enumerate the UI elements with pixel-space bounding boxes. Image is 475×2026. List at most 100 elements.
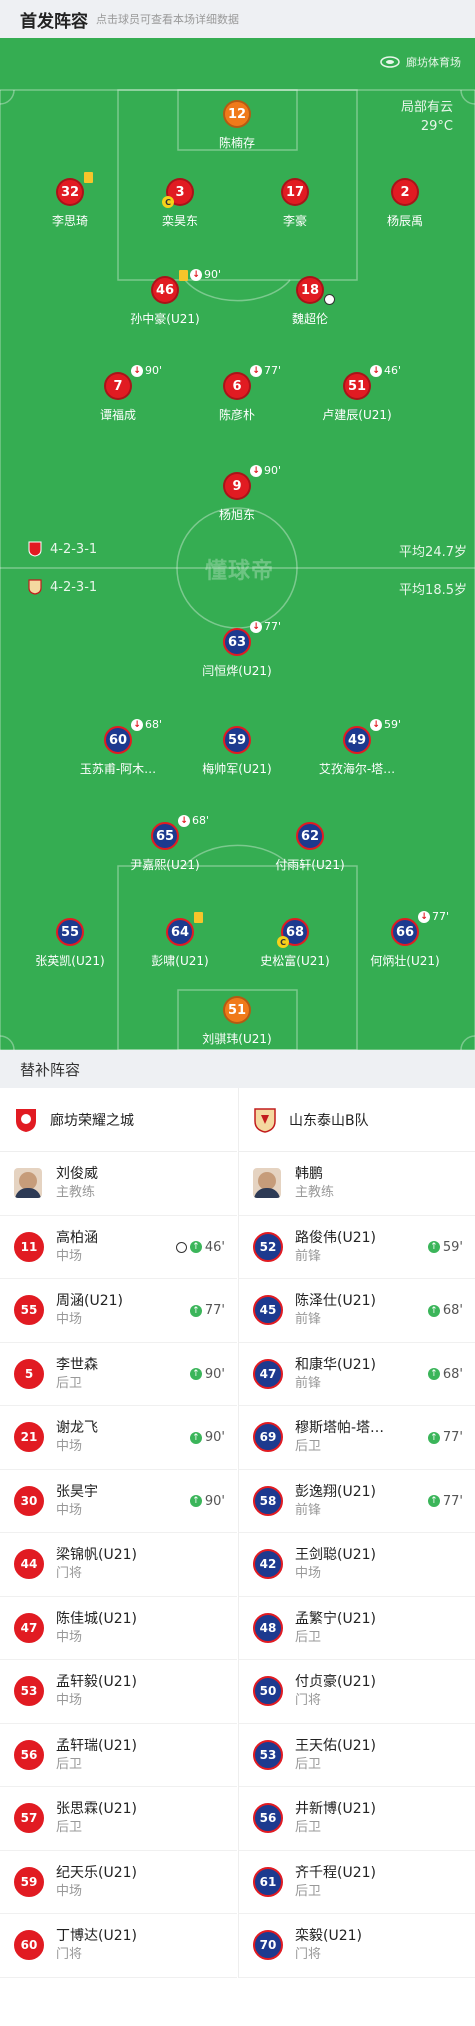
- away-coach-row[interactable]: 韩鹏 主教练: [239, 1152, 475, 1216]
- sub-out-time: 90': [204, 268, 222, 281]
- sub-out-badge: ↓ 90': [190, 268, 221, 281]
- sub-player-row[interactable]: 11 高柏涵 中场 ↑ 46': [0, 1216, 237, 1279]
- sub-player-row[interactable]: 50 付贞豪(U21) 门将: [239, 1660, 475, 1724]
- sub-player-row[interactable]: 30 张昊宇 中场 ↑ 90': [0, 1470, 237, 1533]
- away-player[interactable]: 65 尹嘉熙(U21) ↓ 68': [105, 814, 225, 876]
- away-subs-column: 山东泰山B队 韩鹏 主教练 52 路俊伟(U21) 前锋 ↑ 59' 45 陈泽仕(U21)…: [238, 1088, 475, 1978]
- away-team-row[interactable]: 山东泰山B队: [239, 1088, 475, 1152]
- sub-player-row[interactable]: 53 王天佑(U21) 后卫: [239, 1724, 475, 1787]
- sub-player-row[interactable]: 58 彭逸翔(U21) 前锋 ↑ 77': [239, 1470, 475, 1533]
- home-player[interactable]: 46 孙中豪(U21) ↓ 90': [105, 268, 225, 330]
- sub-player-row[interactable]: 45 陈泽仕(U21) 前锋 ↑ 68': [239, 1279, 475, 1343]
- home-player[interactable]: 51 卢建辰(U21) ↓ 46': [297, 364, 417, 426]
- sub-out-time: 59': [384, 718, 402, 731]
- away-player[interactable]: 51 刘骐玮(U21): [177, 996, 297, 1050]
- home-player[interactable]: 7 谭福成 ↓ 90': [58, 364, 178, 426]
- jersey-number: 51: [223, 996, 251, 1024]
- sub-out-badge: ↓ 59': [370, 718, 401, 731]
- subs-list: 廊坊荣耀之城 刘俊威 主教练 11 高柏涵 中场 ↑ 46' 55 周涵(U21) 中场 ↑ 77…: [0, 1088, 475, 2026]
- sub-player-row[interactable]: 60 丁博达(U21) 门将: [0, 1914, 237, 1978]
- away-player[interactable]: 55 张英凯(U21): [10, 918, 130, 972]
- sub-out-time: 77': [432, 910, 450, 923]
- sub-player-row[interactable]: 42 王剑聪(U21) 中场: [239, 1533, 475, 1597]
- coach-avatar: [253, 1168, 281, 1199]
- sub-player-row[interactable]: 69 穆斯塔帕-塔… 后卫 ↑ 77': [239, 1406, 475, 1470]
- sub-out-arrow-icon: ↓: [131, 364, 143, 377]
- jersey-number: 63: [223, 628, 251, 656]
- away-player[interactable]: 49 艾孜海尔-塔… ↓ 59': [297, 718, 417, 780]
- player-name: 穆斯塔帕-塔…: [295, 1420, 385, 1437]
- sub-out-time: 77': [264, 364, 282, 377]
- sub-player-row[interactable]: 48 孟繁宁(U21) 后卫: [239, 1597, 475, 1660]
- captain-icon: C: [277, 936, 289, 948]
- home-player[interactable]: 3 栾昊东 C: [120, 178, 240, 232]
- sub-player-row[interactable]: 57 张思霖(U21) 后卫: [0, 1787, 237, 1851]
- home-player[interactable]: 32 李思琦: [10, 172, 130, 232]
- away-player[interactable]: 59 梅帅军(U21): [177, 726, 297, 780]
- jersey-number: 59: [14, 1866, 44, 1897]
- home-coach-role: 主教练: [56, 1185, 96, 1201]
- sub-player-row[interactable]: 47 陈佳城(U21) 中场: [0, 1597, 237, 1660]
- sub-player-row[interactable]: 52 路俊伟(U21) 前锋 ↑ 59': [239, 1216, 475, 1279]
- yellow-card-icon: [179, 270, 188, 281]
- sub-player-row[interactable]: 61 齐千程(U21) 后卫: [239, 1851, 475, 1914]
- player-name: 孙中豪(U21): [130, 312, 200, 326]
- home-player[interactable]: 17 李豪: [235, 178, 355, 232]
- jersey-number: 50: [253, 1676, 283, 1707]
- coach-avatar: [14, 1168, 42, 1199]
- sub-player-row[interactable]: 59 纪天乐(U21) 中场: [0, 1851, 237, 1914]
- sub-player-row[interactable]: 56 孟轩瑞(U21) 后卫: [0, 1724, 237, 1787]
- jersey-number: 12: [223, 100, 251, 128]
- home-player[interactable]: 12 陈楠存: [177, 100, 297, 154]
- jersey-number: 46: [151, 276, 179, 304]
- sub-in-arrow-icon: ↑: [427, 1431, 440, 1444]
- sub-in-time-value: 59': [442, 1239, 463, 1255]
- home-team-row[interactable]: 廊坊荣耀之城: [0, 1088, 237, 1152]
- away-player[interactable]: 64 彭啸(U21): [120, 912, 240, 972]
- sub-in-time: ↑ 90': [189, 1430, 225, 1445]
- sub-player-row[interactable]: 44 梁锦帆(U21) 门将: [0, 1533, 237, 1597]
- sub-player-row[interactable]: 21 谢龙飞 中场 ↑ 90': [0, 1406, 237, 1470]
- jersey-number: 11: [14, 1231, 44, 1262]
- goal-ball-icon: [175, 1241, 187, 1253]
- sub-in-arrow-icon: ↑: [427, 1241, 440, 1253]
- home-player[interactable]: 9 杨旭东 ↓ 90': [177, 464, 297, 526]
- player-name: 陈楠存: [218, 136, 255, 150]
- sub-player-row[interactable]: 70 栾毅(U21) 门将: [239, 1914, 475, 1978]
- away-player[interactable]: 60 玉苏甫-阿木… ↓ 68': [58, 718, 178, 780]
- player-name: 谭福成: [99, 408, 136, 422]
- sub-in-time-value: 90': [204, 1366, 225, 1382]
- player-position: 门将: [295, 1693, 322, 1709]
- jersey-number: 56: [253, 1803, 283, 1834]
- sub-player-row[interactable]: 47 和康华(U21) 前锋 ↑ 68': [239, 1343, 475, 1406]
- away-player[interactable]: 66 何炳壮(U21) ↓ 77': [345, 910, 465, 972]
- player-name: 周涵(U21): [56, 1293, 123, 1310]
- home-player[interactable]: 6 陈彦朴 ↓ 77': [177, 364, 297, 426]
- player-position: 前锋: [295, 1312, 322, 1328]
- jersey-number: 64: [166, 918, 194, 946]
- home-player[interactable]: 2 杨辰禹: [345, 178, 465, 232]
- player-name: 栾毅(U21): [295, 1928, 362, 1945]
- home-coach-row[interactable]: 刘俊威 主教练: [0, 1152, 237, 1216]
- away-player[interactable]: 63 闫恒烨(U21) ↓ 77': [177, 620, 297, 682]
- player-name: 张英凯(U21): [35, 954, 105, 968]
- player-name: 彭逸翔(U21): [295, 1483, 376, 1500]
- venue-name: 廊坊体育场: [406, 56, 461, 69]
- player-name: 高柏涵: [56, 1229, 98, 1246]
- away-player[interactable]: 62 付雨轩(U21): [250, 822, 370, 876]
- player-name: 孟轩毅(U21): [56, 1674, 137, 1691]
- away-coach-role: 主教练: [295, 1185, 335, 1201]
- home-player[interactable]: 18 魏超伦: [250, 276, 370, 330]
- sub-out-arrow-icon: ↓: [131, 718, 143, 731]
- player-name: 路俊伟(U21): [295, 1229, 376, 1246]
- watermark: 懂球帝: [205, 559, 275, 584]
- sub-player-row[interactable]: 56 井新博(U21) 后卫: [239, 1787, 475, 1851]
- sub-player-row[interactable]: 5 李世森 后卫 ↑ 90': [0, 1343, 237, 1406]
- away-player[interactable]: 68 史松富(U21) C: [235, 918, 355, 972]
- player-position: 门将: [295, 1947, 322, 1963]
- away-team-name: 山东泰山B队: [289, 1112, 369, 1129]
- jersey-number: 62: [296, 822, 324, 850]
- sub-player-row[interactable]: 55 周涵(U21) 中场 ↑ 77': [0, 1279, 237, 1343]
- sub-player-row[interactable]: 53 孟轩毅(U21) 中场: [0, 1660, 237, 1724]
- away-formation: 4-2-3-1: [28, 579, 97, 595]
